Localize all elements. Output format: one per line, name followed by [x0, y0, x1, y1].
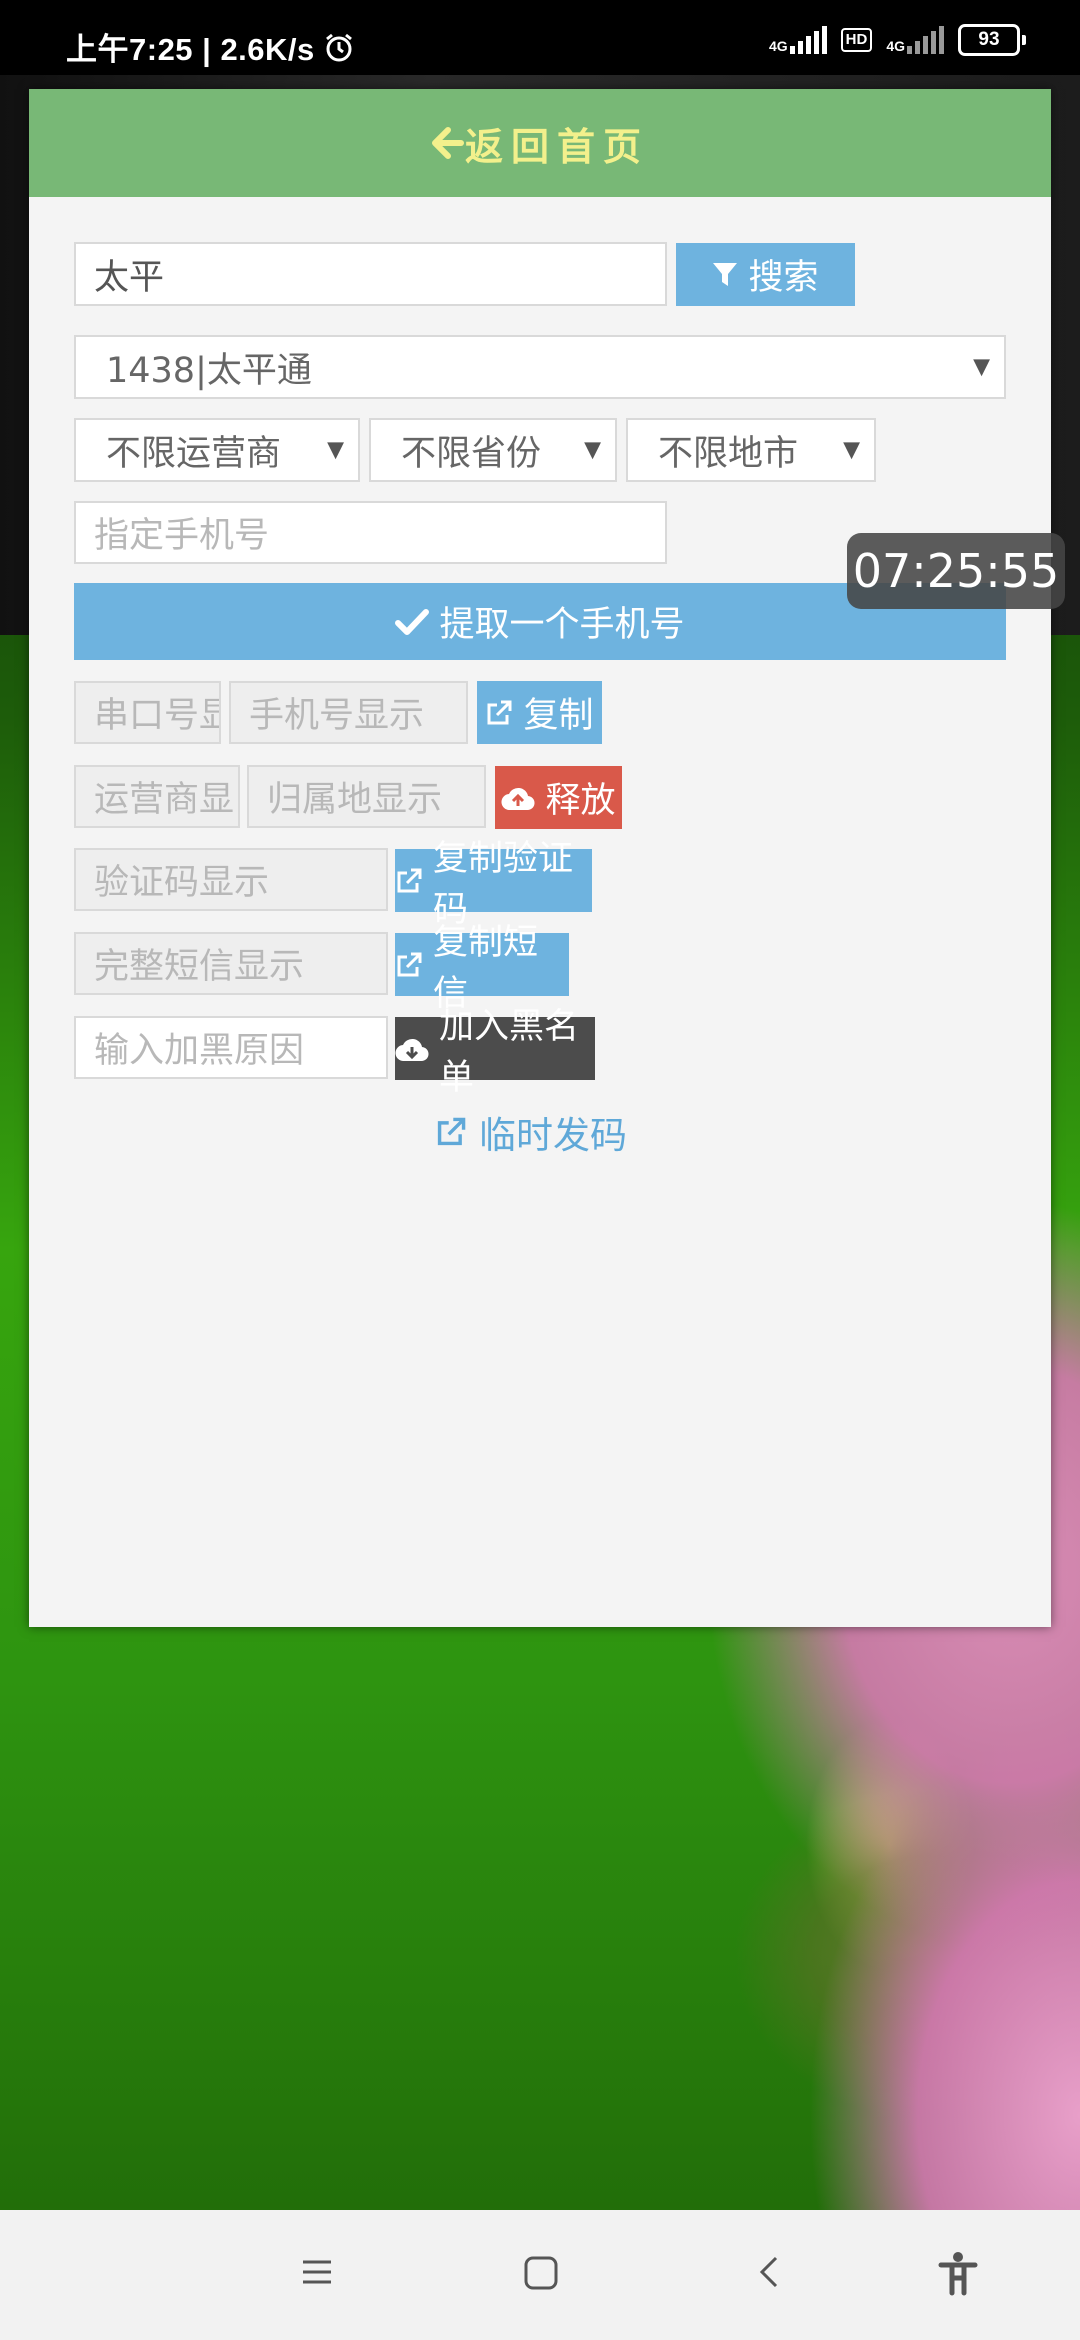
- home-icon[interactable]: [523, 2250, 559, 2294]
- main-panel: 返回首页 太平 搜索 1438|太平通 ▼ 不限运营商 ▼ 不限省份 ▼ 不限地…: [29, 89, 1051, 1627]
- location-display: 归属地显示: [247, 765, 486, 828]
- battery-icon: 93: [958, 24, 1026, 56]
- copy-code-button[interactable]: 复制验证码: [395, 839, 592, 930]
- sms-display-placeholder: 完整短信显示: [94, 947, 305, 987]
- carrier-display-placeholder: 运营商显:: [94, 780, 240, 820]
- chevron-down-icon: ▼: [843, 437, 860, 463]
- external-link-icon: [395, 951, 423, 979]
- phone-number-placeholder: 指定手机号: [94, 516, 270, 556]
- blacklist-button[interactable]: 加入黑名单: [395, 1007, 595, 1098]
- carrier-select[interactable]: 不限运营商 ▼: [74, 418, 360, 482]
- phone-number-input[interactable]: 指定手机号: [74, 501, 667, 564]
- floating-clock[interactable]: 07:25:55: [847, 533, 1065, 609]
- blacklist-reason-input[interactable]: 输入加黑原因: [74, 1016, 388, 1079]
- status-bar: 上午7:25 | 2.6K/s 4G HD 4G 93: [0, 0, 1080, 75]
- phone-display: 手机号显示: [229, 681, 468, 744]
- navigation-bar: [0, 2210, 1080, 2340]
- carrier-select-value: 不限运营商: [106, 433, 282, 474]
- project-select-value: 1438|太平通: [106, 350, 312, 391]
- code-display: 验证码显示: [74, 848, 388, 911]
- status-right: 4G HD 4G 93: [768, 24, 1026, 56]
- blacklist-label: 加入黑名单: [439, 1006, 580, 1098]
- battery-level: 93: [978, 29, 1000, 50]
- hd-icon: HD: [840, 28, 873, 52]
- release-label: 释放: [545, 781, 616, 821]
- release-button[interactable]: 释放: [495, 766, 622, 829]
- city-select-value: 不限地市: [658, 433, 799, 474]
- temp-code-label: 临时发码: [479, 1114, 627, 1157]
- back-icon[interactable]: [756, 2250, 782, 2294]
- cloud-upload-icon: [501, 785, 535, 811]
- floating-clock-time: 07:25:55: [852, 544, 1060, 598]
- serial-display-placeholder: 串口号显: [94, 696, 221, 736]
- alarm-icon: [323, 31, 355, 63]
- serial-display: 串口号显: [74, 681, 221, 744]
- network-type-2: 4G: [886, 38, 905, 54]
- arrow-left-icon: [431, 126, 465, 160]
- search-button[interactable]: 搜索: [676, 243, 855, 306]
- external-link-icon: [395, 867, 423, 895]
- project-select[interactable]: 1438|太平通 ▼: [74, 335, 1006, 399]
- search-input[interactable]: 太平: [74, 242, 667, 306]
- province-select-value: 不限省份: [401, 433, 542, 474]
- location-display-placeholder: 归属地显示: [267, 780, 443, 820]
- copy-phone-label: 复制: [523, 696, 594, 736]
- copy-phone-button[interactable]: 复制: [477, 681, 602, 744]
- signal-icon-2: [907, 26, 944, 54]
- province-select[interactable]: 不限省份 ▼: [369, 418, 617, 482]
- search-input-value: 太平: [94, 257, 165, 298]
- status-left: 上午7:25 | 2.6K/s: [66, 24, 355, 69]
- menu-icon[interactable]: [300, 2250, 334, 2294]
- search-button-label: 搜索: [748, 258, 819, 298]
- status-time: 上午7:25 | 2.6K/s: [66, 32, 315, 67]
- filter-icon: [712, 261, 738, 289]
- chevron-down-icon: ▼: [584, 437, 601, 463]
- chevron-down-icon: ▼: [327, 437, 344, 463]
- cloud-download-icon: [395, 1036, 429, 1062]
- code-display-placeholder: 验证码显示: [94, 863, 270, 903]
- blacklist-reason-placeholder: 输入加黑原因: [94, 1031, 305, 1071]
- signal-icon: [789, 26, 827, 54]
- back-home-label: 返回首页: [464, 124, 649, 169]
- network-type-1: 4G: [768, 38, 788, 54]
- fetch-phone-label: 提取一个手机号: [439, 605, 685, 645]
- sms-display: 完整短信显示: [74, 932, 388, 995]
- external-link-icon: [485, 699, 513, 727]
- temp-code-link[interactable]: 临时发码: [435, 1105, 627, 1159]
- accessibility-icon[interactable]: [937, 2250, 979, 2296]
- copy-sms-button[interactable]: 复制短信: [395, 923, 569, 1014]
- phone-display-placeholder: 手机号显示: [249, 696, 425, 736]
- city-select[interactable]: 不限地市 ▼: [626, 418, 876, 482]
- chevron-down-icon: ▼: [973, 354, 990, 380]
- back-home-link[interactable]: 返回首页: [29, 89, 1051, 197]
- carrier-display: 运营商显:: [74, 765, 240, 828]
- check-icon: [395, 608, 430, 636]
- external-link-icon: [435, 1116, 467, 1148]
